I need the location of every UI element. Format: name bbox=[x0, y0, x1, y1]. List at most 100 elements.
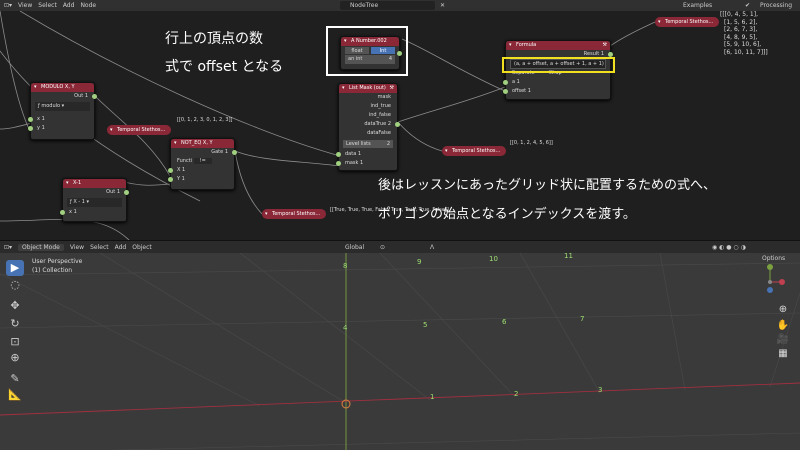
viewer-node-1[interactable]: Temporal Stethos... bbox=[655, 17, 720, 27]
formula-a-value: 1 bbox=[516, 79, 520, 85]
viewport-editor-icon[interactable]: ⊡▾ bbox=[4, 244, 12, 251]
annotation-line-2: 式で offset となる bbox=[165, 59, 284, 75]
menu-add[interactable]: Add bbox=[63, 2, 75, 9]
options-button[interactable]: Options bbox=[762, 255, 785, 262]
formula-offset-socket[interactable] bbox=[503, 89, 508, 94]
modulo-x-value: 1 bbox=[41, 116, 45, 122]
mask-in-label: mask bbox=[345, 160, 359, 166]
pan-icon[interactable]: ✋ bbox=[774, 319, 792, 333]
level-lists-field[interactable]: Level lists 2 bbox=[343, 140, 393, 148]
measure-tool-icon[interactable]: 📐 bbox=[6, 387, 24, 403]
node-icon: ⚒ bbox=[389, 85, 394, 91]
modulo-title: MODULO X, Y bbox=[31, 83, 94, 92]
proportional-icon[interactable]: Λ bbox=[430, 244, 434, 251]
x1-out-label: Out bbox=[106, 189, 116, 195]
node-editor-header: ⊡▾ View Select Add Node NodeTree ✕ Examp… bbox=[0, 0, 800, 11]
modulo-x-socket[interactable] bbox=[28, 117, 33, 122]
level-lists-value: 2 bbox=[386, 141, 390, 147]
modulo-y-socket[interactable] bbox=[28, 126, 33, 131]
not-eq-y-value: 1 bbox=[181, 176, 185, 182]
mask-in-value: 1 bbox=[360, 160, 364, 166]
cursor-tool-icon[interactable]: ◌ bbox=[6, 277, 24, 293]
vertex-index-2: 2 bbox=[514, 390, 519, 398]
output-line: [4, 8, 9, 5], bbox=[724, 33, 758, 41]
gate-socket[interactable] bbox=[232, 150, 237, 155]
vp-menu-view[interactable]: View bbox=[70, 244, 84, 251]
data-in-label: data bbox=[345, 151, 357, 157]
viewport-header: ⊡▾ Object Mode View Select Add Object Gl… bbox=[0, 240, 800, 253]
formula-a-socket[interactable] bbox=[503, 80, 508, 85]
modulo-node[interactable]: MODULO X, Y Out 1 ƒ modulo ▾ x 1 y 1 bbox=[28, 82, 97, 140]
x-minus-1-title: X-1 bbox=[63, 179, 126, 188]
vertex-index-11: 11 bbox=[564, 253, 573, 260]
mode-selector[interactable]: Object Mode bbox=[18, 243, 64, 251]
viewer-node-3[interactable]: Temporal Stethos... bbox=[442, 146, 507, 156]
list-mask-node[interactable]: List Mask (out)⚒ mask ind_true ind_false… bbox=[336, 83, 400, 171]
mask-in-socket[interactable] bbox=[336, 161, 341, 166]
x-minus-1-node[interactable]: X-1 Out 1 ƒ X - 1 ▾ x 1 bbox=[60, 178, 129, 222]
transform-tool-icon[interactable]: ⊕ bbox=[6, 350, 24, 366]
function-select[interactable]: != bbox=[193, 158, 212, 164]
modulo-mode-select[interactable]: ƒ modulo ▾ bbox=[35, 102, 90, 111]
annotate-tool-icon[interactable]: ✎ bbox=[6, 371, 24, 387]
x1-mode-value: X - 1 bbox=[73, 199, 85, 205]
viewport-grid bbox=[0, 253, 800, 450]
grid-view-icon[interactable]: ▦ bbox=[774, 347, 792, 361]
vp-menu-object[interactable]: Object bbox=[132, 244, 152, 251]
data-in-socket[interactable] bbox=[336, 152, 341, 157]
transform-orientation[interactable]: Global bbox=[345, 244, 364, 251]
node-icon: ⚒ bbox=[602, 42, 607, 48]
x1-x-socket[interactable] bbox=[60, 210, 65, 215]
examples-button[interactable]: Examples bbox=[683, 2, 712, 9]
not-eq-y-label: Y bbox=[177, 176, 181, 182]
menu-node[interactable]: Node bbox=[80, 2, 96, 9]
vp-menu-select[interactable]: Select bbox=[90, 244, 109, 251]
modulo-out-socket[interactable] bbox=[92, 94, 97, 99]
not-eq-y-socket[interactable] bbox=[168, 177, 173, 182]
formula-highlight-box bbox=[502, 57, 615, 73]
navigation-gizmo[interactable] bbox=[760, 262, 788, 298]
3d-viewport[interactable]: User Perspective (1) Collection ▶ ◌ ✥ ↻ … bbox=[0, 253, 800, 450]
not-eq-x-label: X bbox=[177, 167, 181, 173]
snap-icon[interactable]: ⊙ bbox=[380, 244, 385, 251]
x1-out-socket[interactable] bbox=[124, 190, 129, 195]
camera-icon[interactable]: 🎥 bbox=[774, 333, 792, 347]
not-eq-x-socket[interactable] bbox=[168, 168, 173, 173]
vertex-index-1: 1 bbox=[430, 393, 435, 401]
zoom-icon[interactable]: ⊕ bbox=[774, 303, 792, 317]
out-data-true: dataTrue bbox=[364, 121, 387, 127]
viewer-node-2[interactable]: Temporal Stethos... bbox=[107, 125, 172, 135]
formula-output-text: [[[0, 4, 5, 1], [1, 5, 6, 2], [2, 6, 7, … bbox=[720, 11, 768, 56]
formula-offset-value: 1 bbox=[527, 88, 531, 94]
vp-menu-add[interactable]: Add bbox=[115, 244, 127, 251]
vertex-index-10: 10 bbox=[489, 255, 498, 263]
data-true-count: 2 bbox=[387, 121, 391, 127]
menu-select[interactable]: Select bbox=[38, 2, 57, 9]
output-line: [5, 9, 10, 6], bbox=[724, 41, 762, 48]
processing-checkbox[interactable]: ✔ bbox=[745, 2, 750, 9]
select-tool-icon[interactable]: ▶ bbox=[6, 260, 24, 276]
not-eq-node[interactable]: NOT_EQ X, Y Gate 1 Functi != X 1 Y 1 bbox=[168, 138, 237, 190]
out-ind-false: ind_false bbox=[368, 112, 391, 118]
node-tree-selector[interactable]: NodeTree bbox=[340, 1, 435, 10]
output-line: [6, 10, 11, 7]]] bbox=[724, 48, 768, 56]
formula-a-label: a bbox=[512, 79, 516, 85]
scale-tool-icon[interactable]: ⊡ bbox=[6, 334, 24, 350]
editor-type-icon[interactable]: ⊡▾ bbox=[4, 2, 12, 9]
level-lists-label: Level lists bbox=[346, 141, 371, 147]
out-data-false: dataFalse bbox=[367, 130, 391, 136]
modulo-y-label: y bbox=[37, 125, 40, 131]
data-in-value: 1 bbox=[357, 151, 362, 157]
pin-icon[interactable]: ✕ bbox=[440, 2, 445, 9]
function-label: Functi bbox=[177, 158, 193, 164]
x1-mode-select[interactable]: ƒ X - 1 ▾ bbox=[67, 198, 122, 207]
viewer-node-4[interactable]: Temporal Stethos... bbox=[262, 209, 327, 219]
perspective-label: User Perspective bbox=[32, 258, 83, 265]
menu-view[interactable]: View bbox=[18, 2, 32, 9]
output-line: [[[0, 4, 5, 1], bbox=[720, 11, 758, 18]
shading-icons[interactable]: ◉ ◐ ● ○ ◑ bbox=[712, 244, 746, 251]
node-editor-canvas[interactable]: A Number.002 float Int an int 4 Formula⚒… bbox=[0, 11, 800, 240]
rotate-tool-icon[interactable]: ↻ bbox=[6, 316, 24, 332]
move-tool-icon[interactable]: ✥ bbox=[6, 298, 24, 314]
data-true-socket[interactable] bbox=[395, 122, 400, 127]
